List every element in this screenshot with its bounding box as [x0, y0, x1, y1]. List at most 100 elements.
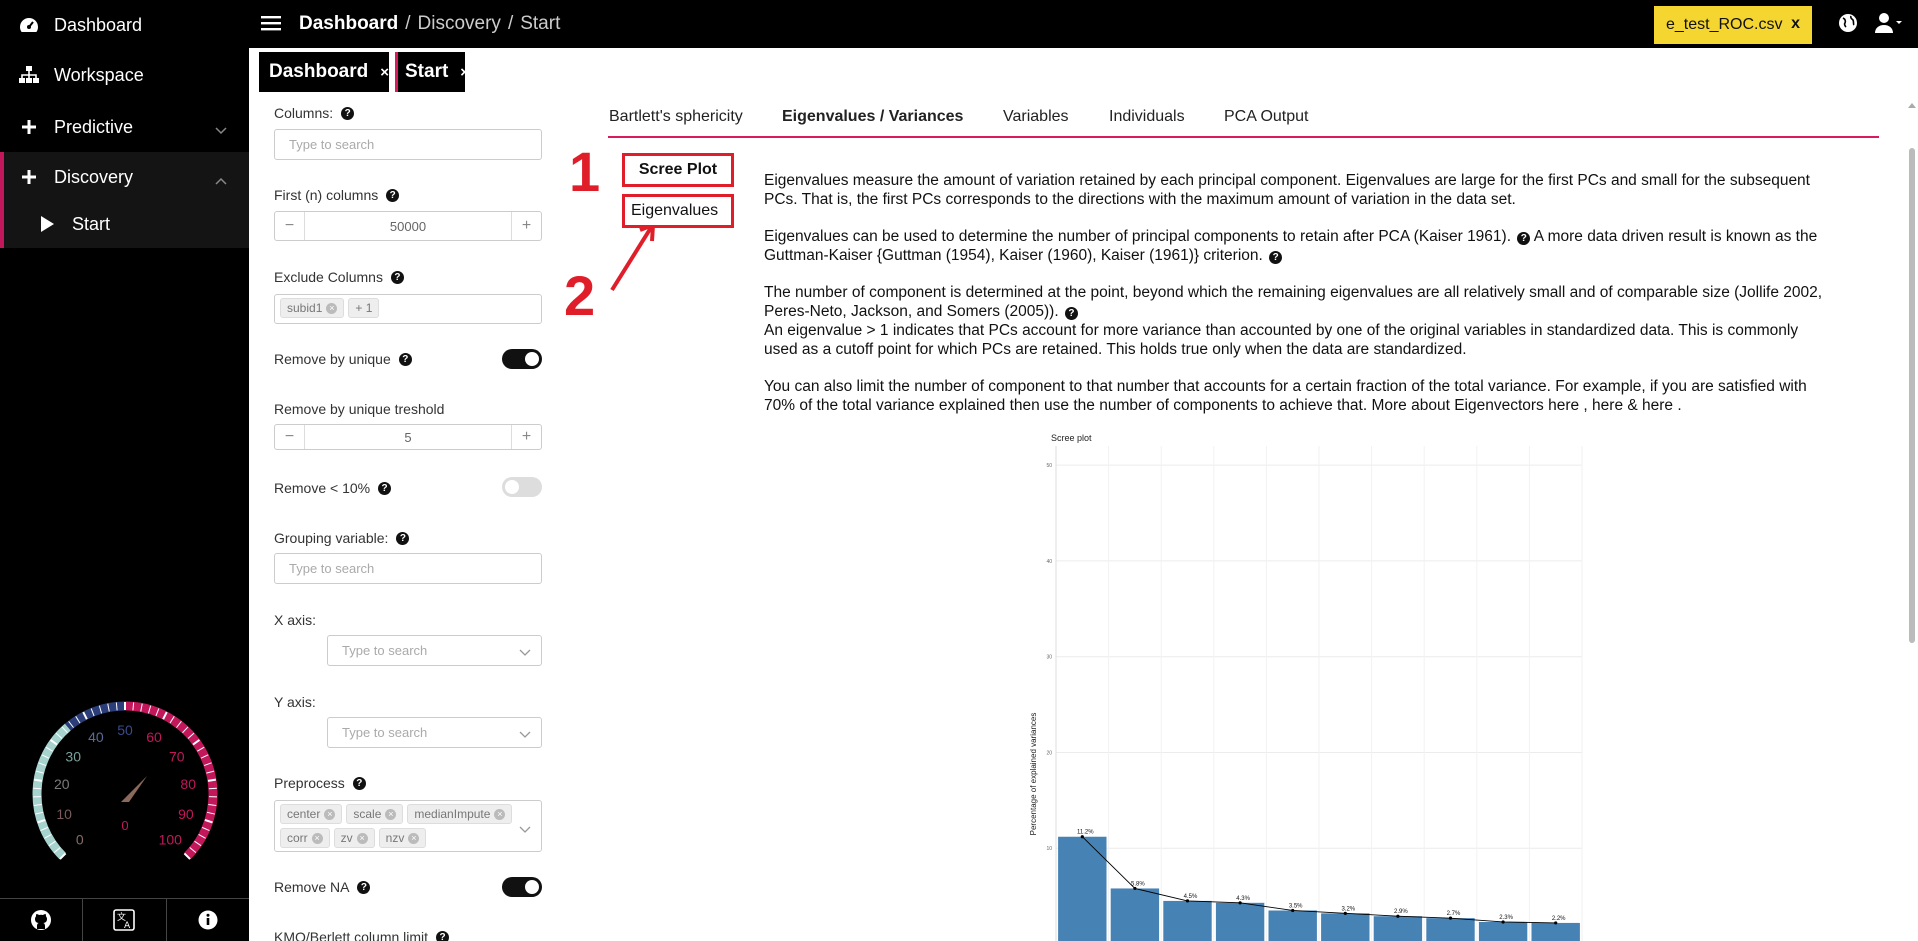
y-tick-label: 20 — [1046, 750, 1052, 756]
top-bar: Dashboard / Discovery / Start e_test_ROC.csv… — [249, 0, 1918, 48]
breadcrumb-start: Start — [520, 13, 561, 34]
columns-search-input[interactable]: Type to search — [274, 129, 542, 160]
help-icon[interactable]: ? — [1517, 232, 1531, 245]
gauge-tick-label: 100 — [159, 831, 183, 847]
annotation-number-one: 1 — [569, 140, 601, 203]
chip-zv[interactable]: zv × — [333, 828, 375, 848]
sidebar: Dashboard Workspace Predictive Discovery… — [0, 0, 249, 941]
remove-na-label: Remove NA? — [274, 879, 371, 895]
gauge-tick-label: 10 — [56, 806, 72, 822]
chip-more[interactable]: + 1 — [348, 298, 380, 318]
first-n-value[interactable]: 50000 — [305, 219, 511, 234]
remove-10-toggle[interactable] — [502, 477, 542, 497]
file-chip-label: e_test_ROC.csv — [1666, 16, 1783, 33]
translate-icon[interactable]: 文A — [83, 899, 167, 941]
increment-button[interactable]: + — [511, 212, 541, 240]
scree-plot-button[interactable]: Scree Plot — [622, 153, 734, 187]
help-icon[interactable]: ? — [1064, 307, 1078, 320]
tab-individuals[interactable]: Individuals — [1109, 108, 1185, 126]
gauge-tick-label: 80 — [180, 776, 196, 792]
x-axis-select[interactable]: Type to search — [327, 635, 542, 666]
file-chip-close-button[interactable]: x — [1791, 15, 1800, 33]
remove-unique-toggle[interactable] — [502, 349, 542, 369]
tab-pca-output[interactable]: PCA Output — [1224, 108, 1309, 126]
series-point — [1185, 899, 1190, 903]
tab-close-button[interactable]: × — [460, 64, 469, 81]
annotation-number-two: 2 — [564, 264, 596, 327]
columns-label: Columns:? — [274, 105, 355, 121]
user-icon[interactable] — [1875, 12, 1903, 39]
chip-medianimpute[interactable]: medianImpute × — [407, 804, 513, 824]
unique-threshold-value[interactable]: 5 — [305, 430, 511, 445]
info-icon[interactable] — [167, 899, 249, 941]
help-icon[interactable]: ? — [1269, 251, 1283, 264]
help-icon[interactable]: ? — [436, 930, 450, 941]
breadcrumb: Dashboard / Discovery / Start — [299, 13, 560, 35]
first-n-label: First (n) columns? — [274, 187, 400, 203]
breadcrumb-discovery[interactable]: Discovery — [418, 13, 501, 34]
paragraph: Eigenvalues measure the amount of variat… — [764, 172, 1810, 208]
sidebar-item-label: Discovery — [54, 166, 134, 187]
tab-eigenvalues-variances[interactable]: Eigenvalues / Variances — [782, 108, 963, 126]
chip-subid1[interactable]: subid1 × — [280, 298, 345, 318]
decrement-button[interactable]: − — [275, 425, 305, 449]
chip-corr[interactable]: corr × — [280, 828, 330, 848]
help-icon[interactable]: ? — [341, 106, 355, 120]
tab-start[interactable]: Start × — [395, 52, 469, 92]
y-axis-select[interactable]: Type to search — [327, 717, 542, 748]
help-icon[interactable]: ? — [386, 188, 400, 202]
help-icon[interactable]: ? — [396, 531, 410, 545]
help-icon[interactable]: ? — [378, 481, 392, 495]
breadcrumb-dashboard[interactable]: Dashboard — [299, 13, 398, 34]
sidebar-item-dashboard[interactable]: Dashboard — [0, 0, 249, 50]
series-point — [1133, 886, 1137, 891]
tab-variables[interactable]: Variables — [1003, 108, 1069, 126]
chart-bar — [1426, 918, 1475, 941]
series-point — [1238, 901, 1242, 905]
gauge-tick-label: 50 — [117, 722, 133, 738]
sidebar-item-label: Predictive — [54, 116, 134, 137]
scrollbar-thumb[interactable] — [1909, 148, 1915, 643]
gauge-tick-label: 60 — [146, 729, 162, 745]
help-icon[interactable]: ? — [390, 270, 404, 284]
chip-center[interactable]: center × — [280, 804, 343, 824]
sidebar-item-workspace[interactable]: Workspace — [0, 50, 249, 100]
sidebar-item-label: Start — [72, 213, 111, 234]
sidebar-item-label: Workspace — [54, 64, 144, 85]
gauge-tick-label: 90 — [178, 806, 194, 822]
first-n-stepper[interactable]: − 50000 + — [274, 211, 542, 241]
chip-nzv[interactable]: nzv × — [378, 828, 427, 848]
sidebar-item-start[interactable]: Start — [0, 200, 249, 248]
sidebar-item-discovery[interactable]: Discovery — [0, 152, 249, 202]
chart-ylabel: Percentage of explained variances — [1029, 713, 1038, 836]
chip-scale[interactable]: scale × — [346, 804, 404, 824]
sidebar-item-predictive[interactable]: Predictive — [0, 102, 249, 152]
grouping-variable-input[interactable]: Type to search — [274, 553, 542, 584]
bar-value-label: 3.5% — [1289, 903, 1303, 909]
paragraph: Eigenvalues can be used to determine the… — [764, 228, 1818, 264]
vertical-scrollbar[interactable] — [1906, 98, 1918, 941]
exclude-columns-select[interactable]: subid1 × + 1 — [274, 294, 542, 324]
remove-na-toggle[interactable] — [502, 877, 542, 897]
y-tick-label: 10 — [1046, 846, 1052, 852]
gauge-tick-label: 20 — [54, 776, 70, 792]
chart-bar — [1268, 910, 1317, 941]
scree-plot-chart: Scree plot Percentage of explained varia… — [1029, 433, 1583, 941]
increment-button[interactable]: + — [511, 425, 541, 449]
hamburger-menu-icon[interactable] — [261, 14, 281, 37]
help-icon[interactable]: ? — [398, 352, 412, 366]
eigenvalues-description: Eigenvalues measure the amount of variat… — [764, 171, 1864, 433]
help-icon[interactable]: ? — [357, 880, 371, 894]
unique-threshold-stepper[interactable]: − 5 + — [274, 424, 542, 450]
tab-close-button[interactable]: × — [380, 64, 389, 81]
decrement-button[interactable]: − — [275, 212, 305, 240]
tab-dashboard[interactable]: Dashboard × — [259, 52, 389, 92]
preprocess-select[interactable]: center × scale × medianImpute × corr × zv × n… — [274, 800, 542, 852]
file-chip[interactable]: e_test_ROC.csv x — [1654, 6, 1812, 44]
eigenvalues-button[interactable]: Eigenvalues — [622, 194, 734, 228]
grouping-variable-label: Grouping variable:? — [274, 530, 410, 546]
globe-icon[interactable] — [1838, 13, 1858, 38]
github-icon[interactable] — [0, 899, 84, 941]
tab-bartletts-sphericity[interactable]: Bartlett's sphericity — [609, 108, 743, 126]
help-icon[interactable]: ? — [352, 776, 366, 790]
